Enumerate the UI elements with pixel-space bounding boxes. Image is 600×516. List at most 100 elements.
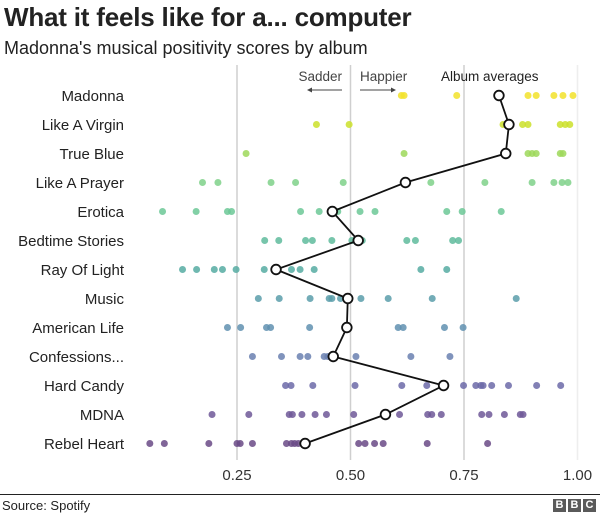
track-point [352,353,360,360]
track-point [481,179,489,186]
album-average-point [379,408,392,421]
track-point [403,237,411,244]
track-point [345,121,353,128]
track-point [557,382,565,389]
track-point [488,382,496,389]
album-label: True Blue [60,146,124,163]
track-point [371,208,379,215]
track-point [484,440,492,447]
album-label: Confessions... [29,349,124,366]
album-label: Hard Candy [44,378,125,395]
album-average-point [352,234,364,247]
track-point [479,382,487,389]
track-point [260,266,268,273]
track-point [179,266,187,273]
album-label: Erotica [77,204,124,221]
album-average-point [503,118,515,131]
track-point [458,208,466,215]
track-point [524,121,532,128]
source-label: Source: Spotify [2,498,91,513]
track-point [497,208,505,215]
track-point [193,266,201,273]
track-point [146,440,154,447]
track-point [500,411,508,418]
track-point [550,179,558,186]
track-point [453,92,461,99]
album-average-point [270,263,282,276]
sadder-annotation: Sadder [298,69,342,84]
x-tick-label: 0.75 [449,467,478,484]
track-point [304,353,312,360]
album-label: Rebel Heart [44,436,125,453]
album-label: Ray Of Light [41,262,125,279]
sadder-arrowhead [307,87,312,93]
track-point [427,179,435,186]
bbc-logo-letter: B [553,499,566,512]
track-point [396,411,404,418]
track-point [248,353,256,360]
track-point [423,440,431,447]
album-average-point [437,379,450,392]
track-point [275,237,283,244]
footer-divider [0,494,600,495]
track-point [306,295,314,302]
track-point [407,353,415,360]
track-point [311,411,319,418]
track-point [524,92,532,99]
track-point [357,295,365,302]
album-average-point [341,321,353,334]
track-point [356,208,364,215]
track-point [315,208,323,215]
track-point [532,150,540,157]
album-label: Like A Virgin [42,117,124,134]
track-point [533,382,541,389]
track-point [296,353,304,360]
track-point [306,324,314,331]
track-point [532,92,540,99]
track-point [455,237,463,244]
track-point [254,295,262,302]
track-point [328,237,336,244]
track-point [296,266,304,273]
album-average-point [500,147,512,160]
track-point [322,411,330,418]
track-point [237,324,245,331]
bbc-logo: B B C [553,499,596,512]
track-point [428,295,436,302]
track-point [550,92,558,99]
album-average-point [342,292,354,305]
track-point [208,411,216,418]
track-point [423,382,431,389]
track-point [287,382,295,389]
album-label: Like A Prayer [36,175,124,192]
track-point [242,150,250,157]
track-point [159,208,167,215]
track-point [308,237,316,244]
track-point [371,440,379,447]
album-average-point [327,350,339,363]
track-point [446,353,454,360]
track-point [399,324,407,331]
track-point [312,121,320,128]
track-point [569,92,577,99]
track-point [440,324,448,331]
track-point [428,411,436,418]
album-average-point [326,205,339,218]
track-point [298,411,306,418]
track-point [232,266,240,273]
track-point [275,295,283,302]
x-tick-label: 0.50 [336,467,365,484]
track-point [485,411,493,418]
track-point [566,121,574,128]
track-point [218,266,226,273]
track-point [267,179,275,186]
track-point [350,411,358,418]
track-point [287,266,295,273]
track-point [223,324,231,331]
track-point [302,237,310,244]
track-point [198,179,206,186]
track-point [398,382,406,389]
track-point [210,266,218,273]
track-point [379,440,387,447]
bbc-logo-letter: B [568,499,581,512]
